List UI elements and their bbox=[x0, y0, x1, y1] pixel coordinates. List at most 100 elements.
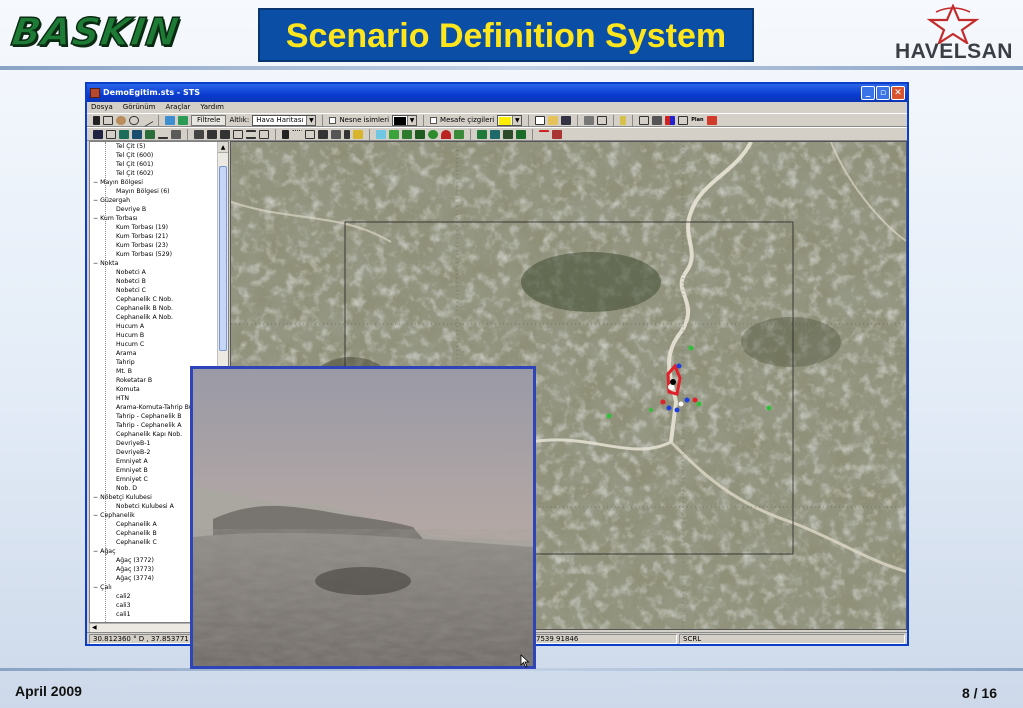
tree-item[interactable]: Komuta bbox=[116, 385, 140, 394]
base-layer-select[interactable]: Hava Haritası ▼ bbox=[252, 114, 317, 126]
distance-lines-color-select[interactable]: ▼ bbox=[497, 114, 523, 126]
grass-icon[interactable] bbox=[389, 129, 399, 139]
tree-category[interactable]: − Kum Torbası bbox=[93, 214, 138, 223]
bush-icon[interactable] bbox=[454, 129, 464, 139]
close-button[interactable]: ✕ bbox=[891, 86, 905, 100]
tree-category[interactable]: − Ağaç bbox=[93, 547, 116, 556]
tree-item[interactable]: Roketatar B bbox=[116, 376, 152, 385]
sandbag-icon[interactable] bbox=[305, 129, 315, 139]
scroll-up-icon[interactable]: ▲ bbox=[218, 142, 228, 153]
mine-icon[interactable] bbox=[282, 129, 289, 139]
object-names-checkbox[interactable] bbox=[329, 116, 337, 124]
pan-hand-icon[interactable] bbox=[116, 115, 126, 125]
tree-item[interactable]: Nobetci Kulubesi A bbox=[116, 502, 174, 511]
tree-item[interactable]: Nob. D bbox=[116, 484, 137, 493]
tree-item[interactable]: Nobetci C bbox=[116, 286, 146, 295]
select-object-icon[interactable] bbox=[93, 129, 103, 139]
vehicle-icon[interactable] bbox=[171, 129, 181, 139]
tree-item[interactable]: Kum Torbası (19) bbox=[116, 223, 168, 232]
flag-icon[interactable] bbox=[665, 115, 676, 125]
bridge-icon[interactable] bbox=[259, 129, 269, 139]
wall-icon[interactable] bbox=[331, 129, 341, 139]
tree-category[interactable]: − Çalı bbox=[93, 583, 112, 592]
tree-item[interactable]: Kum Torbası (23) bbox=[116, 241, 168, 250]
tree-item[interactable]: Nobetci A bbox=[116, 268, 146, 277]
tree-item[interactable]: Emniyet B bbox=[116, 466, 148, 475]
tree-item[interactable]: Arama-Komuta-Tahrip Bu bbox=[116, 403, 193, 412]
menu-yardim[interactable]: Yardım bbox=[200, 102, 224, 113]
window-titlebar[interactable]: DemoEgitim.sts - STS _ ▫ ✕ bbox=[87, 84, 907, 102]
chevron-down-icon[interactable]: ▼ bbox=[512, 115, 522, 125]
print-preview-icon[interactable] bbox=[597, 115, 608, 125]
tree-item[interactable]: Cephanelik B bbox=[116, 529, 157, 538]
rock-icon[interactable] bbox=[441, 129, 451, 139]
print-icon[interactable] bbox=[584, 115, 595, 125]
terrain-3d-view[interactable] bbox=[190, 366, 536, 669]
shrub-icon[interactable] bbox=[402, 129, 412, 139]
tree-item[interactable]: Cephanelik Kapı Nob. bbox=[116, 430, 182, 439]
terrain-c-icon[interactable] bbox=[503, 129, 513, 139]
save-icon[interactable] bbox=[561, 115, 572, 125]
bunker-icon[interactable] bbox=[132, 129, 142, 139]
zoom-icon[interactable] bbox=[129, 115, 139, 125]
tree-category[interactable]: − Mayın Bölgesi bbox=[93, 178, 143, 187]
tree-item[interactable]: Tahrip - Cephanelik B bbox=[116, 412, 182, 421]
wire-icon[interactable] bbox=[233, 129, 243, 139]
tree-item[interactable]: Ağaç (3772) bbox=[116, 556, 154, 565]
map-view-icon[interactable] bbox=[165, 115, 175, 125]
tree-item[interactable]: Emniyet C bbox=[116, 475, 148, 484]
tree-item[interactable]: Mayın Bölgesi (6) bbox=[116, 187, 170, 196]
tree-item[interactable]: Cephanelik A bbox=[116, 520, 157, 529]
tree-item[interactable]: Kum Torbası (529) bbox=[116, 250, 172, 259]
terrain-view-icon[interactable] bbox=[178, 115, 188, 125]
soldier-icon[interactable] bbox=[344, 129, 350, 139]
terrain-b-icon[interactable] bbox=[490, 129, 500, 139]
tree-item[interactable]: cali3 bbox=[116, 601, 131, 610]
tree-item[interactable]: cali2 bbox=[116, 592, 131, 601]
tree-icon[interactable] bbox=[428, 129, 438, 139]
water-icon[interactable] bbox=[376, 129, 386, 139]
tree-category[interactable]: − Nöbetçi Kulubesi bbox=[93, 493, 152, 502]
polygon-icon[interactable] bbox=[106, 129, 116, 139]
report-icon[interactable] bbox=[706, 115, 717, 125]
wand-icon[interactable] bbox=[678, 115, 689, 125]
road-icon[interactable] bbox=[158, 130, 168, 139]
tree-item[interactable]: Tel Çit (602) bbox=[116, 169, 153, 178]
minimize-button[interactable]: _ bbox=[861, 86, 875, 100]
tree-item[interactable]: Tahrip - Cephanelik A bbox=[116, 421, 182, 430]
camera-icon[interactable] bbox=[652, 115, 663, 125]
filter-button[interactable]: Filtrele bbox=[191, 114, 227, 126]
tree-item[interactable]: cali1 bbox=[116, 610, 131, 619]
tree-category[interactable]: − Güzergah bbox=[93, 196, 130, 205]
help-icon[interactable] bbox=[620, 115, 627, 125]
tree-item[interactable]: Arama bbox=[116, 349, 136, 358]
menu-araclar[interactable]: Araçlar bbox=[165, 102, 190, 113]
tree-item[interactable]: Tel Çit (601) bbox=[116, 160, 153, 169]
tree-item[interactable]: Hucum B bbox=[116, 331, 144, 340]
menu-gorunum[interactable]: Görünüm bbox=[123, 102, 156, 113]
tree-item[interactable]: Hucum A bbox=[116, 322, 144, 331]
trigger-icon[interactable] bbox=[353, 129, 363, 139]
object-names-color-select[interactable]: ▼ bbox=[392, 114, 418, 126]
tree-item[interactable]: DevriyeB-2 bbox=[116, 448, 150, 457]
tree-category[interactable]: − Cephanelik bbox=[93, 511, 135, 520]
draw-icon[interactable] bbox=[103, 115, 113, 125]
tree-item[interactable]: Devriye B bbox=[116, 205, 146, 214]
chevron-down-icon[interactable]: ▼ bbox=[306, 115, 316, 125]
fence-icon[interactable] bbox=[292, 129, 302, 139]
menu-dosya[interactable]: Dosya bbox=[91, 102, 113, 113]
tent-icon[interactable] bbox=[145, 129, 155, 139]
pointer-icon[interactable] bbox=[93, 115, 100, 125]
tree-item[interactable]: Cephanelik C bbox=[116, 538, 157, 547]
scrollbar-thumb[interactable] bbox=[219, 166, 227, 351]
railway-icon[interactable] bbox=[539, 129, 549, 139]
open-folder-icon[interactable] bbox=[548, 115, 559, 125]
terrain-3d-image[interactable] bbox=[193, 369, 533, 666]
tree-item[interactable]: Ağaç (3774) bbox=[116, 574, 154, 583]
grid-wall-icon[interactable] bbox=[318, 129, 328, 139]
scroll-left-icon[interactable]: ◀ bbox=[92, 624, 97, 631]
tree-item[interactable]: DevriyeB-1 bbox=[116, 439, 150, 448]
tree-item[interactable]: Emniyet A bbox=[116, 457, 148, 466]
distance-lines-checkbox[interactable] bbox=[430, 116, 438, 124]
new-file-icon[interactable] bbox=[535, 115, 546, 125]
